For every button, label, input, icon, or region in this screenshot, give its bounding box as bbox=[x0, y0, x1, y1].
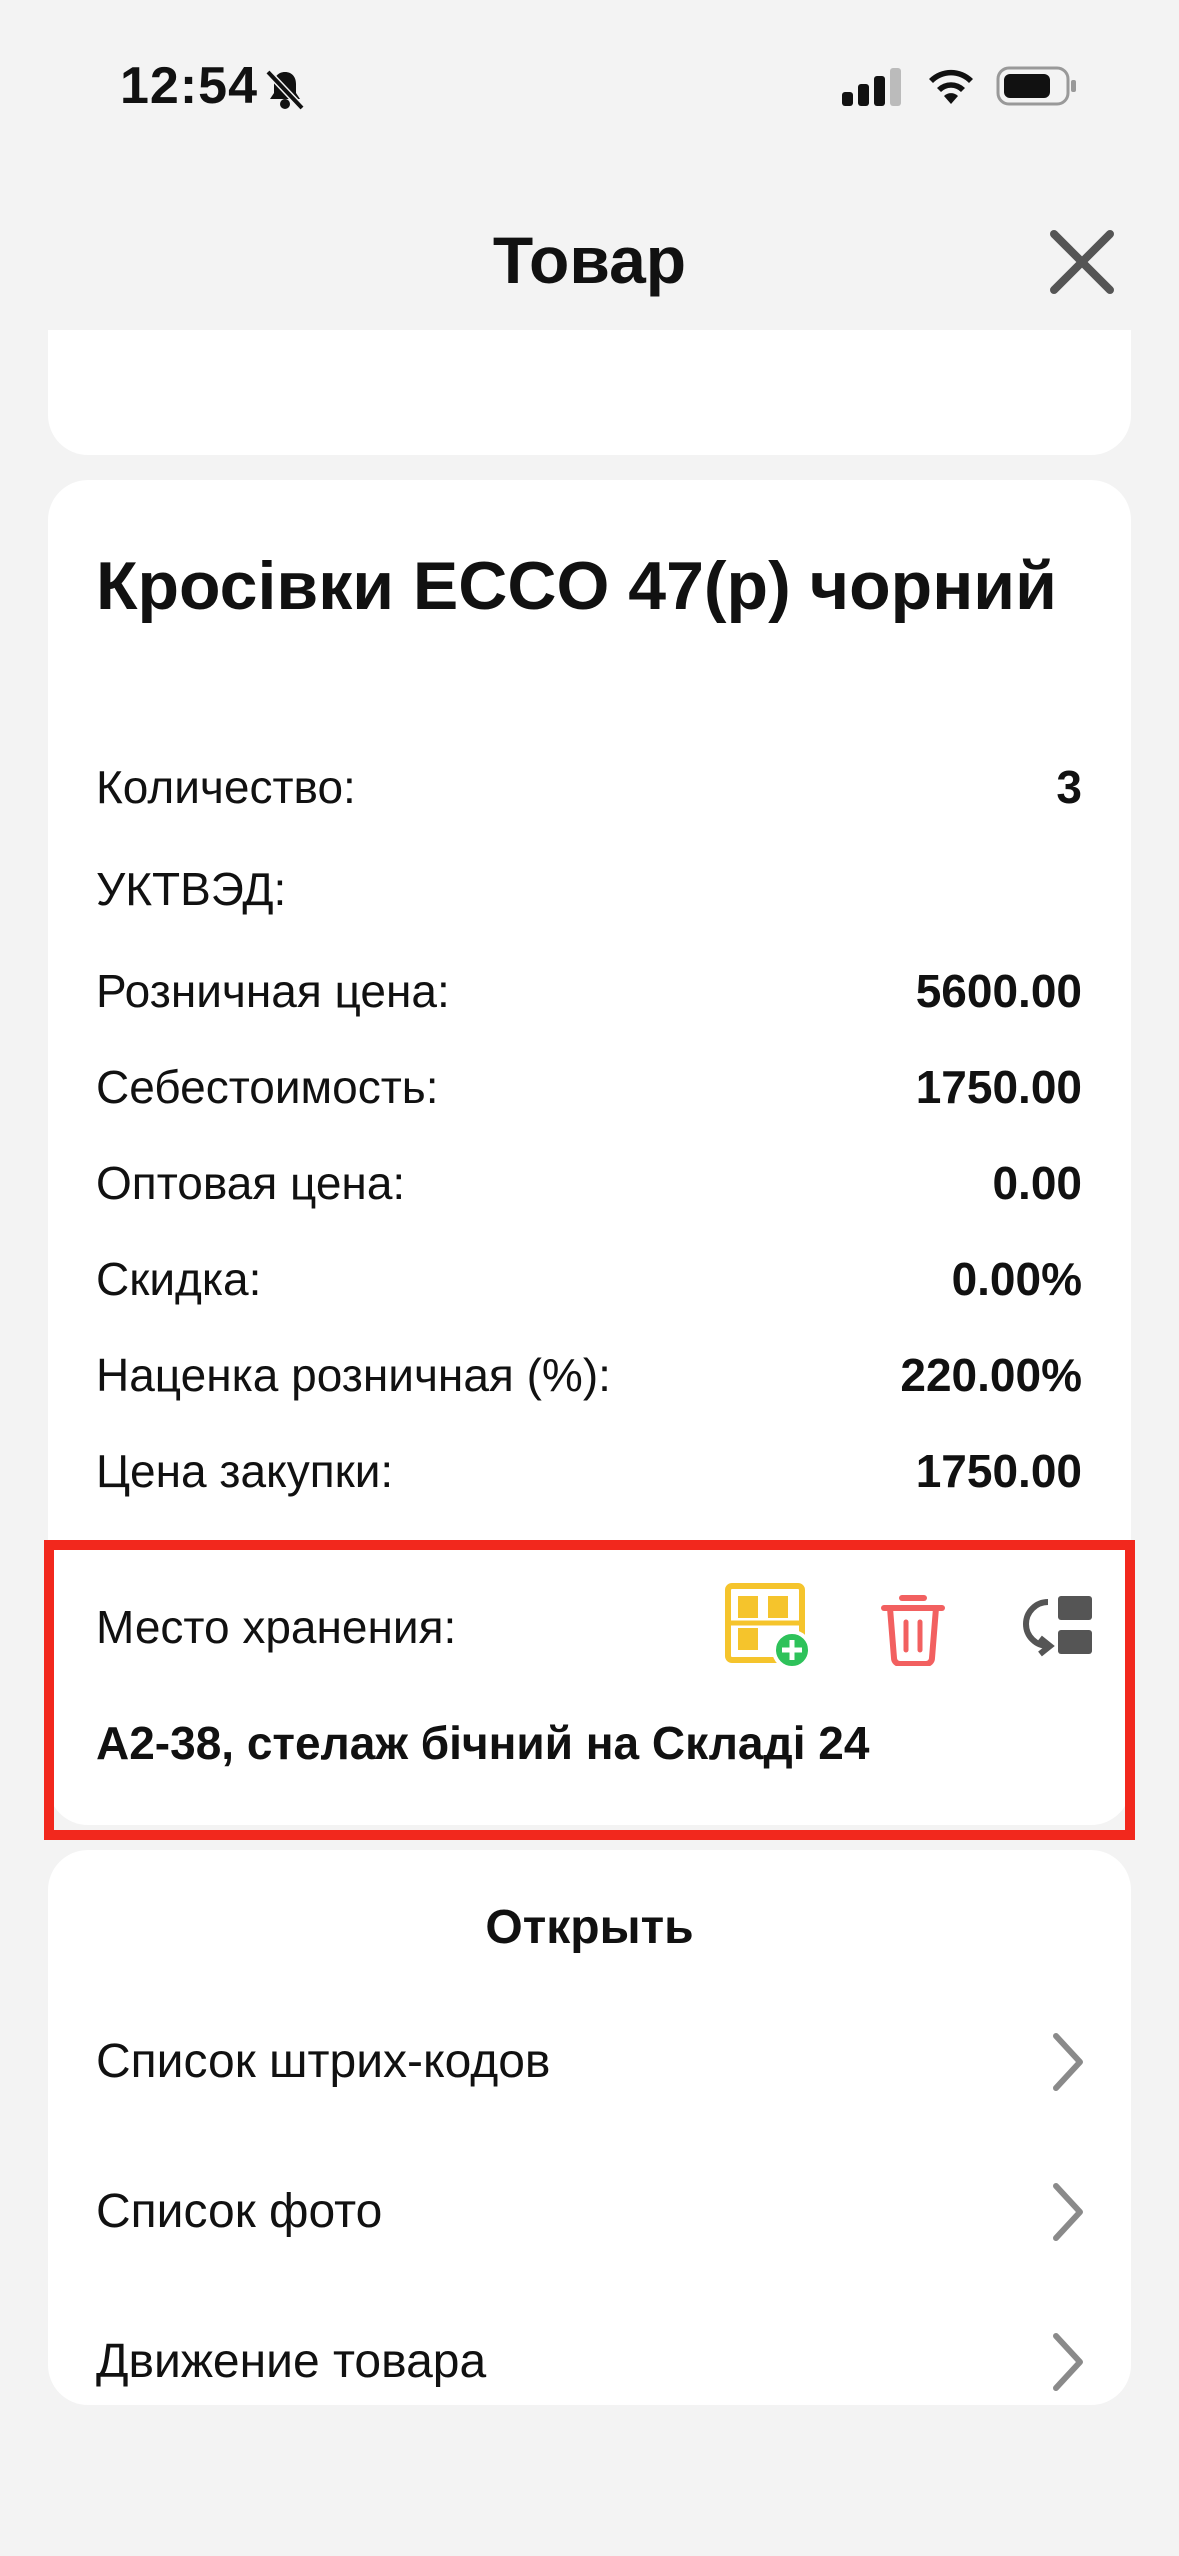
menu-item-photos[interactable]: Список фото bbox=[48, 2140, 1131, 2280]
previous-card bbox=[48, 330, 1131, 455]
field-value: 1750.00 bbox=[915, 1061, 1082, 1113]
open-card: Открыть Список штрих-кодов Список фото Д… bbox=[48, 1850, 1131, 2405]
chevron-right-icon bbox=[1053, 2033, 1083, 2091]
field-row-wholesale-price: Оптовая цена: 0.00 bbox=[96, 1156, 1082, 1216]
battery-icon bbox=[996, 66, 1076, 106]
field-row-purchase-price: Цена закупки: 1750.00 bbox=[96, 1444, 1082, 1504]
wifi-icon bbox=[929, 69, 973, 104]
field-row-uktved: УКТВЭД: bbox=[96, 862, 1082, 922]
product-name: Кросівки ECCO 47(р) чорний bbox=[96, 548, 1057, 624]
field-row-retail-price: Розничная цена: 5600.00 bbox=[96, 964, 1082, 1024]
chevron-right-icon bbox=[1053, 2183, 1083, 2241]
field-row-quantity: Количество: 3 bbox=[96, 760, 1082, 820]
menu-item-movement[interactable]: Движение товара bbox=[48, 2290, 1131, 2430]
close-icon[interactable] bbox=[1046, 226, 1118, 298]
field-row-markup: Наценка розничная (%): 220.00% bbox=[96, 1348, 1082, 1408]
field-value: 220.00% bbox=[900, 1349, 1082, 1401]
storage-highlight-frame bbox=[44, 1540, 1135, 1840]
field-label: УКТВЭД: bbox=[96, 863, 287, 915]
field-label: Себестоимость: bbox=[96, 1061, 439, 1113]
field-label: Количество: bbox=[96, 761, 356, 813]
field-value: 3 bbox=[1056, 761, 1082, 813]
open-section-title: Открыть bbox=[485, 1901, 694, 1954]
menu-item-barcodes[interactable]: Список штрих-кодов bbox=[48, 1990, 1131, 2130]
field-label: Скидка: bbox=[96, 1253, 262, 1305]
field-row-cost: Себестоимость: 1750.00 bbox=[96, 1060, 1082, 1120]
field-label: Оптовая цена: bbox=[96, 1157, 406, 1209]
field-value: 5600.00 bbox=[915, 965, 1082, 1017]
menu-item-label: Список штрих-кодов bbox=[96, 2035, 551, 2088]
status-bar: 12:54 bbox=[0, 0, 1179, 170]
chevron-right-icon bbox=[1053, 2333, 1083, 2391]
menu-item-label: Список фото bbox=[96, 2185, 383, 2238]
page-title: Товар bbox=[492, 223, 687, 297]
field-value: 0.00 bbox=[992, 1157, 1082, 1209]
field-label: Розничная цена: bbox=[96, 965, 450, 1017]
field-row-discount: Скидка: 0.00% bbox=[96, 1252, 1082, 1312]
field-value: 0.00% bbox=[951, 1253, 1082, 1305]
field-label: Цена закупки: bbox=[96, 1445, 394, 1497]
menu-item-label: Движение товара bbox=[96, 2335, 487, 2388]
field-value: 1750.00 bbox=[915, 1445, 1082, 1497]
status-time: 12:54 bbox=[120, 57, 258, 115]
bell-slash-icon bbox=[265, 69, 305, 111]
signal-icon bbox=[842, 68, 901, 106]
field-label: Наценка розничная (%): bbox=[96, 1349, 611, 1401]
